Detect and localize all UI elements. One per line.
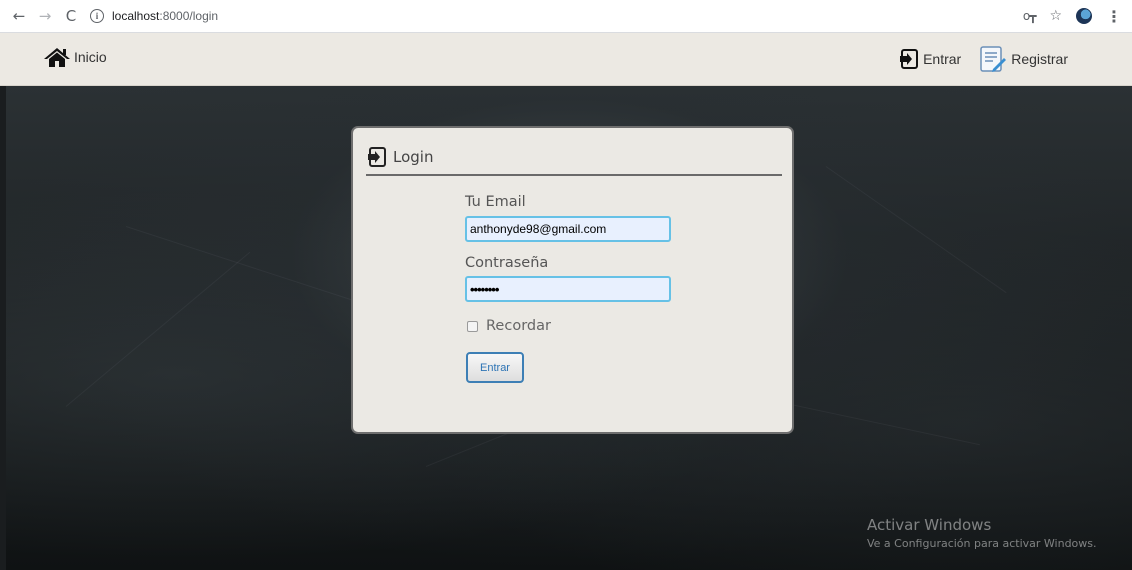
forward-arrow-icon[interactable]: → bbox=[34, 5, 56, 27]
windows-activation-watermark: Activar Windows Ve a Configuración para … bbox=[867, 516, 1097, 550]
more-menu-icon[interactable]: ⋮ bbox=[1106, 7, 1122, 26]
login-card-header: Login bbox=[367, 146, 433, 168]
nav-login-link[interactable]: Entrar bbox=[899, 48, 961, 70]
remember-label: Recordar bbox=[486, 318, 551, 334]
profile-avatar-icon[interactable] bbox=[1076, 8, 1092, 24]
address-bar[interactable]: i localhost:8000/login bbox=[90, 3, 1090, 29]
background-texture bbox=[125, 226, 374, 308]
background-texture bbox=[825, 166, 1007, 294]
url-path: :8000/login bbox=[159, 9, 219, 23]
password-input[interactable]: •••••••• bbox=[465, 276, 671, 302]
nav-register-link[interactable]: Registrar bbox=[979, 45, 1068, 73]
sign-in-icon bbox=[368, 147, 386, 167]
remember-checkbox[interactable] bbox=[467, 320, 478, 332]
key-icon[interactable]: o┳ bbox=[1023, 9, 1037, 23]
url-host: localhost bbox=[112, 9, 160, 23]
info-icon[interactable]: i bbox=[90, 9, 104, 23]
email-label: Tu Email bbox=[465, 194, 526, 210]
nav-register-label: Registrar bbox=[1011, 51, 1068, 67]
browser-actions: o┳ ☆ ⋮ bbox=[1023, 0, 1122, 32]
watermark-title: Activar Windows bbox=[867, 516, 992, 534]
register-form-icon bbox=[980, 46, 1007, 72]
back-arrow-icon[interactable]: ← bbox=[8, 5, 30, 27]
remember-row: Recordar bbox=[467, 318, 551, 334]
sign-in-icon bbox=[900, 49, 919, 69]
watermark-subtitle: Ve a Configuración para activar Windows. bbox=[867, 537, 1097, 550]
submit-button[interactable]: Entrar bbox=[466, 352, 524, 383]
login-card: Login Tu Email anthonyde98@gmail.com Con… bbox=[351, 126, 794, 434]
nav-right-links: Entrar Registrar bbox=[899, 45, 1068, 73]
nav-login-label: Entrar bbox=[923, 51, 962, 67]
login-title: Login bbox=[393, 148, 434, 166]
background-texture bbox=[65, 251, 251, 407]
reload-icon[interactable]: C bbox=[60, 5, 82, 27]
password-label: Contraseña bbox=[465, 255, 549, 271]
home-icon bbox=[44, 48, 70, 67]
app-navbar: Inicio Entrar Registrar bbox=[0, 33, 1132, 86]
star-icon[interactable]: ☆ bbox=[1049, 8, 1062, 24]
nav-home-link[interactable]: Inicio bbox=[42, 46, 107, 68]
nav-home-label: Inicio bbox=[74, 49, 107, 65]
header-divider bbox=[366, 174, 782, 176]
email-input[interactable]: anthonyde98@gmail.com bbox=[465, 216, 671, 242]
browser-toolbar: ← → C i localhost:8000/login o┳ ☆ ⋮ bbox=[0, 0, 1132, 33]
